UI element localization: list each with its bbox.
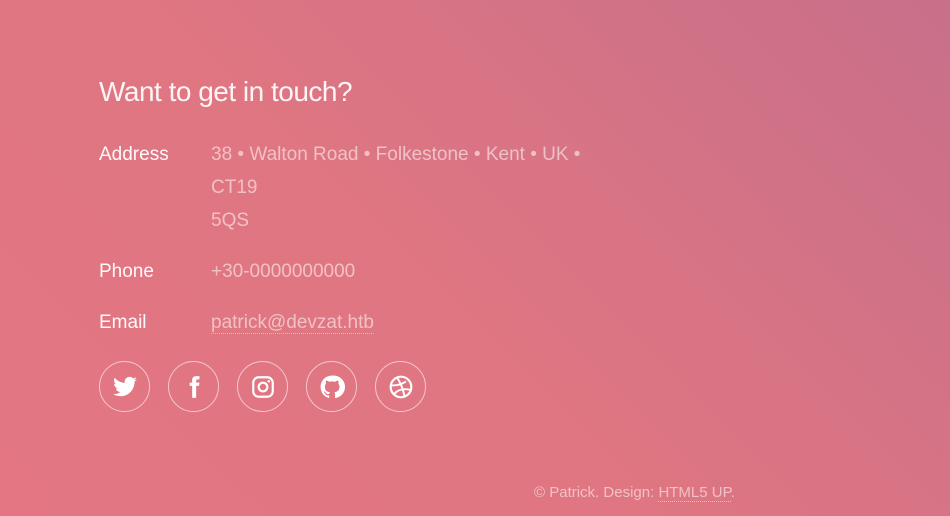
instagram-button[interactable] xyxy=(237,361,288,412)
email-value-wrap: patrick@devzat.htb xyxy=(211,306,611,339)
email-row: Email patrick@devzat.htb xyxy=(99,306,859,339)
instagram-icon xyxy=(251,375,274,398)
facebook-button[interactable] xyxy=(168,361,219,412)
copyright-notice: © Patrick. Design: HTML5 UP. xyxy=(534,484,735,502)
copyright-period: . xyxy=(730,484,735,501)
social-links xyxy=(99,361,859,412)
address-value: 38 • Walton Road • Folkestone • Kent • U… xyxy=(211,138,611,237)
email-label: Email xyxy=(99,312,147,333)
email-link[interactable]: patrick@devzat.htb xyxy=(211,312,374,334)
address-row: Address 38 • Walton Road • Folkestone • … xyxy=(99,138,859,237)
address-line-1: 38 • Walton Road • Folkestone • Kent • U… xyxy=(211,144,581,198)
contact-section: Want to get in touch? Address 38 • Walto… xyxy=(99,72,859,412)
twitter-button[interactable] xyxy=(99,361,150,412)
twitter-icon xyxy=(112,376,137,396)
github-icon xyxy=(320,375,345,398)
address-label: Address xyxy=(99,144,169,165)
facebook-icon xyxy=(189,375,199,398)
contact-title: Want to get in touch? xyxy=(99,76,353,107)
dribbble-button[interactable] xyxy=(375,361,426,412)
design-credit-link[interactable]: HTML5 UP xyxy=(658,484,731,502)
phone-value: +30-0000000000 xyxy=(211,261,356,282)
phone-row: Phone +30-0000000000 xyxy=(99,255,859,288)
address-line-2: 5QS xyxy=(211,210,250,231)
phone-label: Phone xyxy=(99,261,154,282)
github-button[interactable] xyxy=(306,361,357,412)
copyright-prefix: © Patrick. Design: xyxy=(534,484,659,501)
dribbble-icon xyxy=(389,375,412,398)
